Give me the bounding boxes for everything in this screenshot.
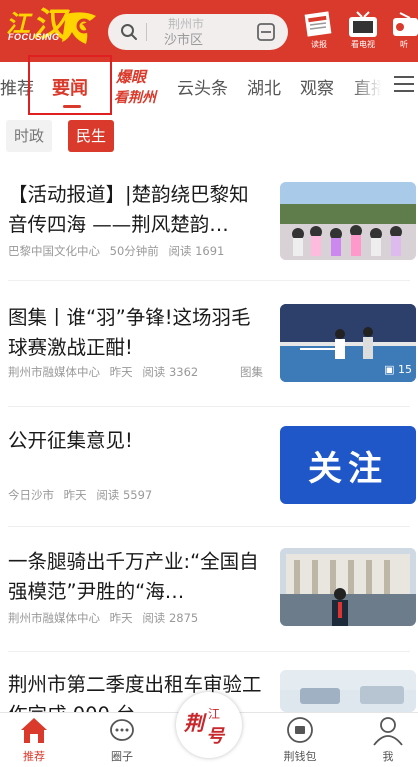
radio-icon <box>393 12 418 36</box>
search-divider <box>146 23 147 41</box>
svg-text:江: 江 <box>208 707 220 721</box>
nav-circle-label: 圈子 <box>111 750 133 763</box>
scan-icon[interactable] <box>256 22 276 42</box>
subtab-politics[interactable]: 时政 <box>6 120 53 152</box>
news-reads: 阅读 1691 <box>168 244 225 258</box>
read-paper-label: 读报 <box>311 40 327 49</box>
news-meta: 巴黎中国文化中心 50分钟前 阅读 1691 <box>8 243 230 259</box>
news-source: 今日沙市 <box>8 488 54 502</box>
newspaper-icon <box>304 11 332 37</box>
news-thumbnail[interactable]: ▣ 15 <box>280 304 416 382</box>
search-bar[interactable]: 荆州巿 沙市区 <box>108 14 288 50</box>
image-count-value: 15 <box>398 363 412 376</box>
jingjiang-hao-button[interactable]: 荆 江 号 <box>176 692 242 758</box>
search-icon <box>121 24 137 40</box>
news-meta: 今日沙市 昨天 阅读 5597 <box>8 487 158 503</box>
active-tab-highlight <box>28 55 112 115</box>
news-reads: 阅读 2875 <box>142 611 199 625</box>
news-thumbnail[interactable] <box>280 182 416 260</box>
read-paper-button[interactable]: 读报 <box>302 10 336 50</box>
logo-english-text: FOCUSING <box>8 32 60 42</box>
top-header: 江 汉 FOCUSING 荆州巿 沙市区 读报 看电视 听 <box>0 0 418 62</box>
tab-observe[interactable]: 观察 <box>300 74 334 99</box>
news-source: 荆州市融媒体中心 <box>8 611 100 625</box>
tabs-fade-overlay <box>352 64 394 110</box>
taxi-photo <box>280 670 416 704</box>
watch-tv-button[interactable]: 看电视 <box>346 10 380 50</box>
listen-button[interactable]: 听 <box>390 10 418 50</box>
svg-text:荆: 荆 <box>184 711 207 735</box>
location-line-2[interactable]: 沙市区 <box>164 29 203 48</box>
jingjiang-hao-logo: 荆 江 号 <box>184 707 226 747</box>
jingzhou-special-logo: 爆眼 看荆州 <box>114 68 158 106</box>
news-time: 昨天 <box>109 611 133 625</box>
svg-text:爆眼: 爆眼 <box>115 68 148 86</box>
nav-circle[interactable]: 圈子 <box>92 713 152 767</box>
nav-wallet-label: 荆钱包 <box>283 750 317 763</box>
watch-tv-label: 看电视 <box>351 40 375 49</box>
news-time: 50分钟前 <box>109 244 159 258</box>
svg-text:号: 号 <box>206 726 226 747</box>
news-divider <box>8 406 410 407</box>
news-meta: 荆州市融媒体中心 昨天 阅读 2875 <box>8 610 204 626</box>
news-title[interactable]: 【活动报道】|楚韵绕巴黎知音传四海 ——荆风楚韵… <box>8 180 262 240</box>
gallery-icon: ▣ <box>384 363 395 376</box>
news-thumbnail[interactable] <box>280 670 416 712</box>
subtab-livelihood[interactable]: 民生 <box>68 120 115 152</box>
nav-recommend[interactable]: 推荐 <box>4 713 64 767</box>
news-thumbnail[interactable] <box>280 548 416 626</box>
gallery-tag: 图集 <box>240 365 263 379</box>
nav-me-label: 我 <box>382 750 394 763</box>
news-reads: 阅读 3362 <box>142 365 199 379</box>
nav-wallet[interactable]: 荆钱包 <box>270 713 330 767</box>
ceremony-photo <box>280 548 416 626</box>
news-divider <box>8 651 410 652</box>
channel-menu-icon[interactable] <box>394 76 414 94</box>
image-count: ▣ 15 <box>384 363 412 376</box>
news-title[interactable]: 图集丨谁“羽”争锋!这场羽毛球赛激战正酣! <box>8 303 262 363</box>
news-title[interactable]: 公开征集意见! <box>8 426 262 456</box>
tab-jingzhou-special[interactable]: 爆眼 看荆州 <box>112 64 162 108</box>
tab-hubei[interactable]: 湖北 <box>247 74 281 99</box>
news-meta: 荆州市融媒体中心 昨天 阅读 3362 <box>8 364 204 380</box>
wallet-icon <box>287 717 313 743</box>
svg-text:看荆州: 看荆州 <box>114 89 158 106</box>
thumbnail-text: 关注 <box>308 448 388 489</box>
home-icon <box>21 718 47 743</box>
listen-label: 听 <box>400 40 408 49</box>
news-divider <box>8 280 410 281</box>
app-logo-graphic: 江 汉 <box>6 5 96 45</box>
app-logo[interactable]: 江 汉 FOCUSING <box>4 5 106 54</box>
news-divider <box>8 526 410 527</box>
news-reads: 阅读 5597 <box>96 488 153 502</box>
news-thumbnail[interactable]: 关注 <box>280 426 416 504</box>
news-source: 巴黎中国文化中心 <box>8 244 100 258</box>
tab-cloud-headlines[interactable]: 云头条 <box>177 74 228 99</box>
news-title[interactable]: 一条腿骑出千万产业:“全国自强模范”尹胜的“海… <box>8 547 262 607</box>
nav-recommend-label: 推荐 <box>23 750 45 763</box>
user-icon <box>373 717 403 746</box>
news-time: 昨天 <box>63 488 87 502</box>
performance-photo <box>280 182 416 260</box>
news-time: 昨天 <box>109 365 133 379</box>
nav-me[interactable]: 我 <box>358 713 418 767</box>
chat-bubble-icon <box>110 719 134 741</box>
news-source: 荆州市融媒体中心 <box>8 365 100 379</box>
tv-icon <box>349 11 377 37</box>
